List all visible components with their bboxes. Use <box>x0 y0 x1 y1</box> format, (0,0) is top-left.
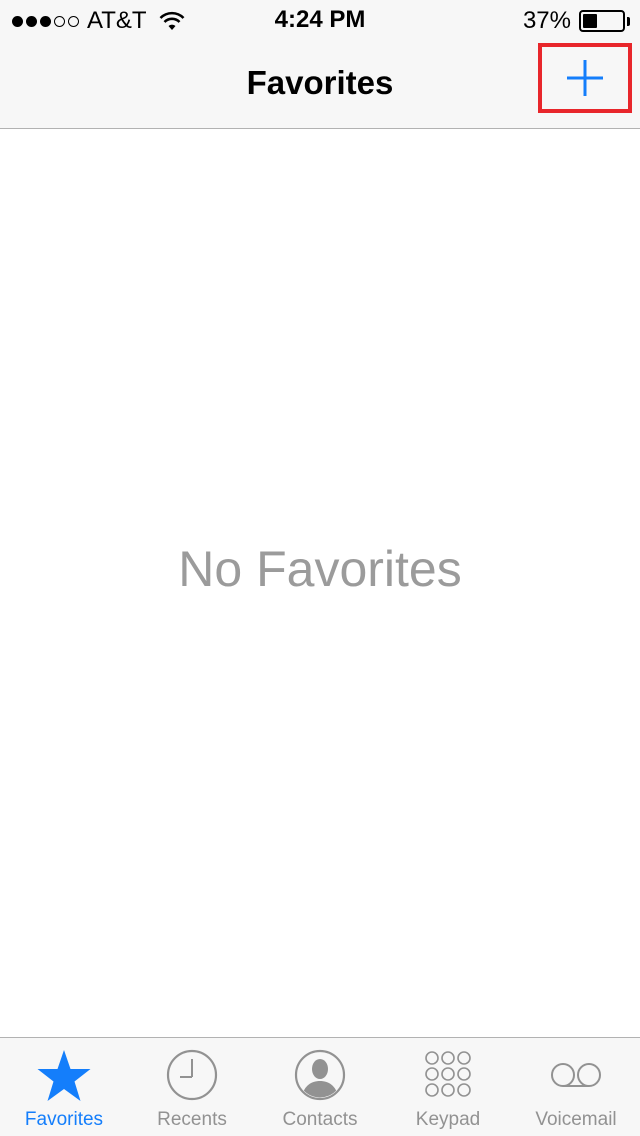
tab-bar: Favorites Recents Contacts Keypad Voicem… <box>0 1037 640 1136</box>
add-favorite-button[interactable] <box>538 43 632 113</box>
clock-icon <box>166 1049 218 1101</box>
tab-label: Favorites <box>24 1109 104 1130</box>
tab-favorites[interactable]: Favorites <box>0 1038 128 1136</box>
navigation-bar: Favorites <box>0 40 640 129</box>
tab-voicemail[interactable]: Voicemail <box>512 1038 640 1136</box>
tab-contacts[interactable]: Contacts <box>256 1038 384 1136</box>
tab-label: Keypad <box>415 1109 481 1130</box>
tab-label: Voicemail <box>535 1109 617 1130</box>
favorites-list: No Favorites <box>0 130 640 1037</box>
contact-icon <box>294 1049 346 1101</box>
keypad-icon <box>425 1051 471 1097</box>
status-bar: AT&T 4:24 PM 37% <box>0 0 640 40</box>
battery-icon <box>579 10 625 32</box>
voicemail-icon <box>551 1063 601 1087</box>
tab-label: Recents <box>157 1109 227 1130</box>
battery-nub <box>627 16 630 26</box>
battery-percent: 37% <box>522 7 571 34</box>
tab-recents[interactable]: Recents <box>128 1038 256 1136</box>
status-right: 37% <box>522 7 630 34</box>
empty-state-message: No Favorites <box>178 541 462 597</box>
battery-level <box>583 14 598 28</box>
tab-label: Contacts <box>282 1109 358 1130</box>
tab-keypad[interactable]: Keypad <box>384 1038 512 1136</box>
plus-icon <box>567 60 603 96</box>
star-icon <box>37 1050 91 1101</box>
